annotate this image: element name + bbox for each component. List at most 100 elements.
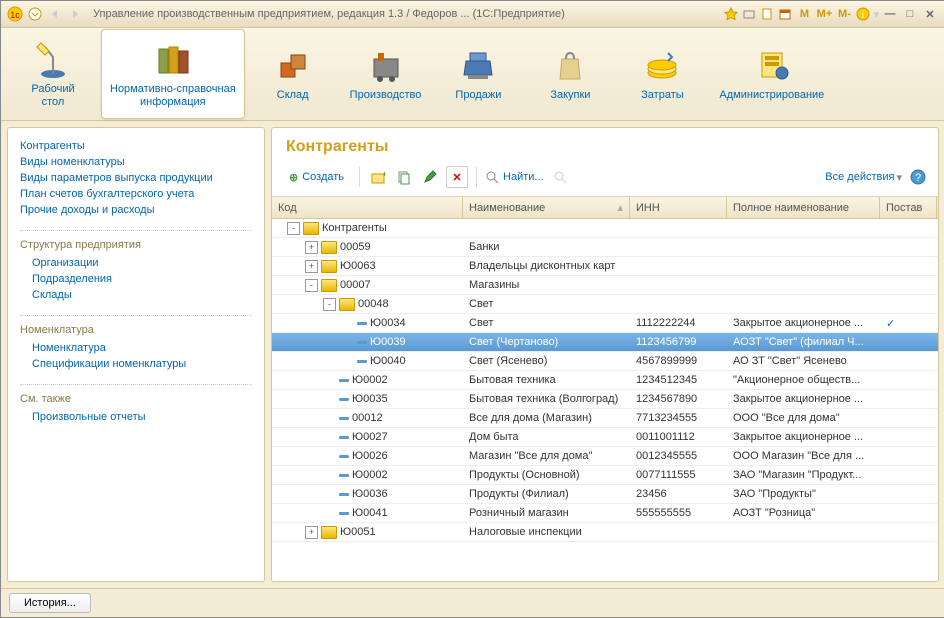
data-grid[interactable]: Код Наименование▴ ИНН Полное наименовани… xyxy=(272,196,938,581)
tool-sales[interactable]: Продажи xyxy=(434,29,522,119)
cell-full: ЗАО "Продукты" xyxy=(727,488,880,500)
table-row[interactable]: -Контрагенты xyxy=(272,219,938,238)
tree-toggle[interactable]: - xyxy=(287,222,300,235)
table-row[interactable]: Ю0027Дом быта0011001112Закрытое акционер… xyxy=(272,428,938,447)
m-btn[interactable]: M xyxy=(795,6,813,22)
item-icon xyxy=(339,436,349,439)
create-button[interactable]: ⊕ Создать xyxy=(282,168,351,187)
tree-toggle[interactable]: - xyxy=(323,298,336,311)
calendar-icon[interactable] xyxy=(777,6,793,22)
maximize-btn[interactable]: □ xyxy=(901,6,919,22)
close-btn[interactable]: ✕ xyxy=(921,6,939,22)
side-link-contragents[interactable]: Контрагенты xyxy=(20,138,252,154)
table-row[interactable]: Ю0040Свет (Ясенево)4567899999АО ЗТ "Свет… xyxy=(272,352,938,371)
table-row[interactable]: Ю0041Розничный магазин555555555АОЗТ "Роз… xyxy=(272,504,938,523)
info-icon[interactable]: i xyxy=(855,6,871,22)
table-row[interactable]: Ю0026Магазин "Все для дома"0012345555ООО… xyxy=(272,447,938,466)
col-full[interactable]: Полное наименование xyxy=(727,197,880,218)
side-link-accplan[interactable]: План счетов бухгалтерского учета xyxy=(20,186,252,202)
side-link-depts[interactable]: Подразделения xyxy=(32,271,252,287)
col-name[interactable]: Наименование▴ xyxy=(463,197,630,218)
tool-warehouse[interactable]: Склад xyxy=(249,29,337,119)
tool-label: Нормативно-справочная информация xyxy=(110,83,236,109)
item-icon xyxy=(339,379,349,382)
sidebar: Контрагенты Виды номенклатуры Виды парам… xyxy=(7,127,265,582)
table-row[interactable]: Ю0036Продукты (Филиал)23456ЗАО "Продукты… xyxy=(272,485,938,504)
side-link-warehouses[interactable]: Склады xyxy=(32,287,252,303)
cell-code: -00048 xyxy=(272,298,463,311)
calc-icon[interactable] xyxy=(759,6,775,22)
side-link-other[interactable]: Прочие доходы и расходы xyxy=(20,202,252,218)
table-row[interactable]: Ю0039Свет (Чертаново)1123456799АОЗТ "Све… xyxy=(272,333,938,352)
tool-nsi[interactable]: Нормативно-справочная информация xyxy=(101,29,245,119)
cell-name: Свет (Ясенево) xyxy=(463,355,630,367)
tool-purchases[interactable]: Закупки xyxy=(526,29,614,119)
server-icon xyxy=(752,45,792,85)
folder-icon xyxy=(321,279,337,292)
forward-icon[interactable] xyxy=(67,6,83,22)
table-row[interactable]: +Ю0051Налоговые инспекции xyxy=(272,523,938,542)
cell-name: Продукты (Основной) xyxy=(463,469,630,481)
main-toolbar: Рабочий стол Нормативно-справочная инфор… xyxy=(1,28,944,121)
clear-find-button[interactable] xyxy=(550,167,570,187)
side-link-orgs[interactable]: Организации xyxy=(32,255,252,271)
cell-code: Ю0039 xyxy=(272,336,463,348)
side-link-nom[interactable]: Номенклатура xyxy=(32,340,252,356)
cell-code: Ю0002 xyxy=(272,374,463,386)
col-inn[interactable]: ИНН xyxy=(630,197,727,218)
main-panel: Контрагенты ⊕ Создать + ✕ Найти... xyxy=(271,127,939,582)
tool-admin[interactable]: Администрирование xyxy=(710,29,833,119)
cell-code: +00059 xyxy=(272,241,463,254)
body-area: Контрагенты Виды номенклатуры Виды парам… xyxy=(1,121,944,588)
cell-code: Ю0041 xyxy=(272,507,463,519)
mminus-btn[interactable]: M- xyxy=(835,6,853,22)
star-icon[interactable] xyxy=(723,6,739,22)
table-row[interactable]: -00048Свет xyxy=(272,295,938,314)
item-icon xyxy=(357,341,367,344)
new-folder-button[interactable]: + xyxy=(368,167,388,187)
side-link-reports[interactable]: Произвольные отчеты xyxy=(32,409,252,425)
item-icon xyxy=(357,360,367,363)
tool-desktop[interactable]: Рабочий стол xyxy=(9,29,97,119)
app-window: 1c Управление производственным предприят… xyxy=(0,0,944,618)
create-label: Создать xyxy=(302,171,344,183)
table-row[interactable]: Ю0035Бытовая техника (Волгоград)12345678… xyxy=(272,390,938,409)
edit-button[interactable] xyxy=(420,167,440,187)
table-row[interactable]: 00012Все для дома (Магазин)7713234555ООО… xyxy=(272,409,938,428)
cell-full: Закрытое акционерное ... xyxy=(727,393,880,405)
table-row[interactable]: Ю0002Продукты (Основной)0077111555ЗАО "М… xyxy=(272,466,938,485)
help-button[interactable]: ? xyxy=(908,167,928,187)
cell-inn: 7713234555 xyxy=(630,412,727,424)
col-sup[interactable]: Постав xyxy=(880,197,937,218)
tool-production[interactable]: Производство xyxy=(341,29,431,119)
minimize-btn[interactable]: — xyxy=(881,6,899,22)
col-code[interactable]: Код xyxy=(272,197,463,218)
svg-text:1c: 1c xyxy=(10,10,20,20)
table-row[interactable]: +00059Банки xyxy=(272,238,938,257)
cell-full: АОЗТ "Розница" xyxy=(727,507,880,519)
find-button[interactable]: Найти... xyxy=(485,170,544,184)
titlebar-right: M M+ M- i ▾ — □ ✕ xyxy=(723,6,939,22)
tool-costs[interactable]: Затраты xyxy=(618,29,706,119)
cell-full: ООО Магазин "Все для ... xyxy=(727,450,880,462)
table-row[interactable]: +Ю0063Владельцы дисконтных карт xyxy=(272,257,938,276)
table-row[interactable]: -00007Магазины xyxy=(272,276,938,295)
link-icon[interactable] xyxy=(741,6,757,22)
table-row[interactable]: Ю0034Свет1112222244Закрытое акционерное … xyxy=(272,314,938,333)
delete-button[interactable]: ✕ xyxy=(446,166,468,188)
tree-toggle[interactable]: + xyxy=(305,526,318,539)
dropdown-icon[interactable] xyxy=(27,6,43,22)
table-row[interactable]: Ю0002Бытовая техника1234512345"Акционерн… xyxy=(272,371,938,390)
tree-toggle[interactable]: + xyxy=(305,241,318,254)
side-link-spec[interactable]: Спецификации номенклатуры xyxy=(32,356,252,372)
desk-lamp-icon xyxy=(33,39,73,79)
side-link-nomtypes[interactable]: Виды номенклатуры xyxy=(20,154,252,170)
back-icon[interactable] xyxy=(47,6,63,22)
tree-toggle[interactable]: + xyxy=(305,260,318,273)
copy-button[interactable] xyxy=(394,167,414,187)
side-link-paramtypes[interactable]: Виды параметров выпуска продукции xyxy=(20,170,252,186)
tree-toggle[interactable]: - xyxy=(305,279,318,292)
history-button[interactable]: История... xyxy=(9,593,91,613)
all-actions-button[interactable]: Все действия ▾ xyxy=(825,171,902,184)
mplus-btn[interactable]: M+ xyxy=(815,6,833,22)
